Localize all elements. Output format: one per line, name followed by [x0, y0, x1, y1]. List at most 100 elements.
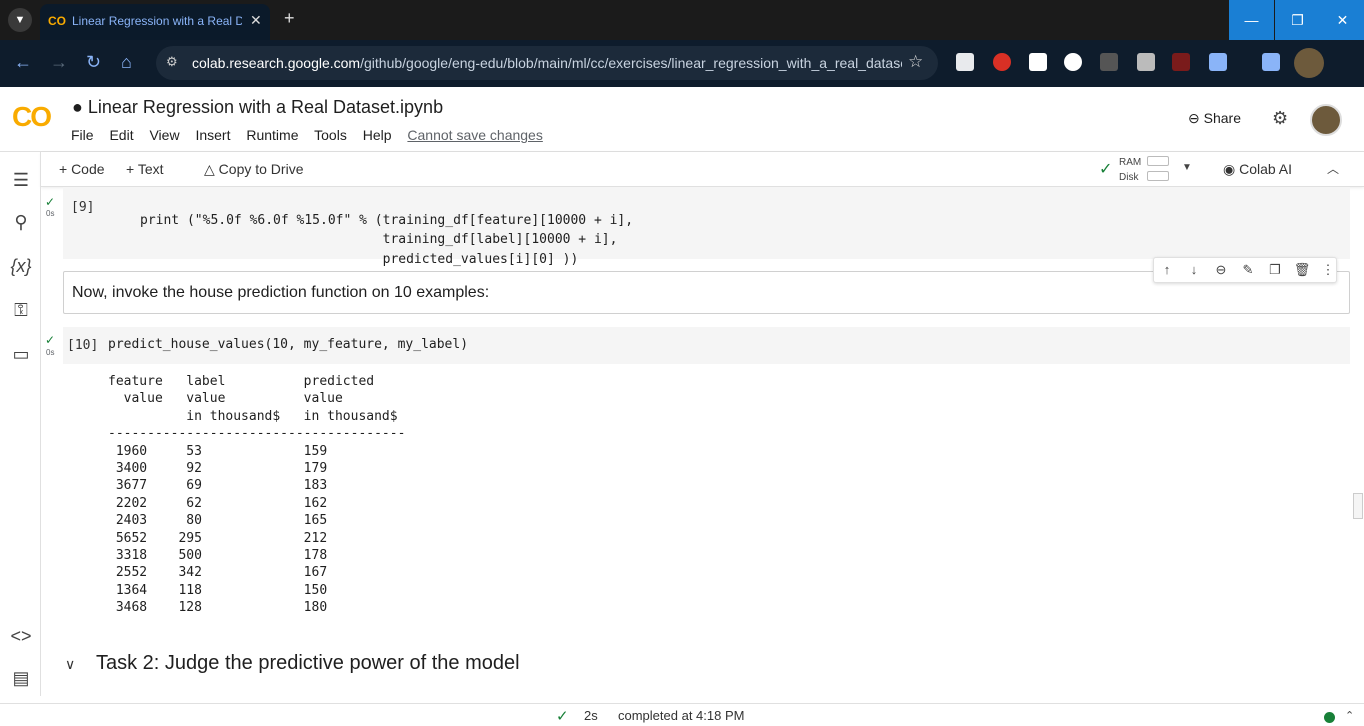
link-icon: ⊖: [1188, 110, 1200, 126]
resource-labels[interactable]: RAM Disk: [1119, 155, 1141, 185]
move-up-icon[interactable]: ↑: [1158, 262, 1176, 280]
add-text-button[interactable]: + Text: [126, 161, 164, 177]
chevron-down-icon[interactable]: ∨: [65, 656, 75, 673]
output-line: feature label predicted: [108, 374, 375, 389]
tab-search-icon[interactable]: ▼: [8, 8, 32, 32]
menu-file[interactable]: File: [71, 127, 94, 143]
menu-view[interactable]: View: [149, 127, 179, 143]
output-line: in thousand$ in thousand$: [108, 408, 398, 424]
reload-icon[interactable]: ↻: [86, 52, 101, 73]
exec-time: 0s: [46, 209, 55, 218]
left-sidebar: ☰ ⚲ {x} ⚿ ▭ <> ▤: [0, 152, 41, 696]
browser-toolbar: ← → ↻ ⌂ ⚙ colab.research.google.com/gith…: [0, 40, 1364, 87]
side-panel-icon[interactable]: [1262, 53, 1280, 71]
status-bar: ✓ 2s completed at 4:18 PM ⌃: [0, 703, 1364, 726]
chevron-down-icon[interactable]: ▼: [1182, 162, 1192, 173]
edit-pencil-icon[interactable]: ✎: [1239, 262, 1257, 280]
connected-check-icon: ✓: [1099, 161, 1113, 178]
extension-icon[interactable]: [956, 53, 974, 71]
output-line: 1960 53 159: [108, 443, 328, 459]
notebook-title[interactable]: ● Linear Regression with a Real Dataset.…: [72, 97, 443, 118]
delete-trash-icon[interactable]: 🗑: [1293, 262, 1311, 280]
output-line: 2552 342 167: [108, 565, 328, 581]
output-line: 3400 92 179: [108, 461, 328, 477]
mirror-cell-icon[interactable]: ❐: [1266, 262, 1284, 280]
disk-bar: [1147, 171, 1169, 181]
colab-ai-button[interactable]: ◉ Colab AI: [1223, 161, 1292, 178]
files-folder-icon[interactable]: ▭: [9, 344, 33, 368]
code-snippets-icon[interactable]: <>: [9, 626, 33, 650]
cell-output: feature label predicted value value valu…: [108, 373, 405, 617]
run-check-icon: ✓: [45, 195, 56, 209]
profile-avatar[interactable]: [1294, 48, 1324, 78]
exec-count: [9]: [71, 200, 95, 215]
connection-status-dot: [1324, 712, 1335, 723]
extension-icon[interactable]: [1137, 53, 1155, 71]
menu-tools[interactable]: Tools: [314, 127, 347, 143]
github-icon: ●: [72, 97, 83, 117]
colab-icon: CO: [48, 14, 66, 28]
extension-icon[interactable]: [993, 53, 1011, 71]
output-line: 3468 128 180: [108, 600, 328, 616]
colab-header: CO ● Linear Regression with a Real Datas…: [0, 87, 1364, 152]
section-heading: Task 2: Judge the predictive power of th…: [96, 652, 520, 674]
share-button[interactable]: ⊖ Share: [1188, 110, 1241, 127]
menu-bar: File Edit View Insert Runtime Tools Help…: [71, 127, 555, 143]
output-line: 3677 69 183: [108, 478, 328, 494]
status-check-icon: ✓: [556, 708, 569, 725]
site-info-icon[interactable]: ⚙: [166, 54, 178, 70]
address-bar[interactable]: ⚙ colab.research.google.com/github/googl…: [156, 46, 938, 80]
menu-help[interactable]: Help: [363, 127, 392, 143]
tab-title: Linear Regression with a Real Dataset.ip…: [72, 14, 242, 28]
drive-icon: △: [204, 161, 215, 177]
output-line: --------------------------------------: [108, 426, 406, 442]
star-icon[interactable]: ☆: [908, 52, 923, 72]
secrets-key-icon[interactable]: ⚿: [9, 300, 33, 324]
extension-icon[interactable]: [1172, 53, 1190, 71]
extension-icon[interactable]: [1100, 53, 1118, 71]
search-icon[interactable]: ⚲: [9, 212, 33, 236]
browser-tab[interactable]: CO Linear Regression with a Real Dataset…: [40, 4, 270, 40]
home-icon[interactable]: ⌂: [121, 52, 132, 73]
output-line: 1364 118 150: [108, 582, 328, 598]
menu-runtime[interactable]: Runtime: [246, 127, 298, 143]
url-text: colab.research.google.com/github/google/…: [192, 55, 902, 71]
code-content[interactable]: predict_house_values(10, my_feature, my_…: [108, 335, 468, 355]
close-tab-icon[interactable]: ✕: [250, 12, 262, 29]
command-palette-icon[interactable]: ▤: [9, 668, 33, 692]
close-window-button[interactable]: ✕: [1320, 0, 1364, 40]
maximize-button[interactable]: ❐: [1275, 0, 1320, 40]
variables-icon[interactable]: {x}: [9, 256, 33, 280]
extension-icon[interactable]: [1029, 53, 1047, 71]
table-of-contents-icon[interactable]: ☰: [9, 170, 33, 194]
avatar[interactable]: [1310, 104, 1342, 136]
copy-to-drive-button[interactable]: △ Copy to Drive: [204, 161, 303, 178]
move-down-icon[interactable]: ↓: [1185, 262, 1203, 280]
chevron-up-icon[interactable]: ⌃: [1345, 709, 1354, 722]
extensions-puzzle-icon[interactable]: [1209, 53, 1227, 71]
new-tab-icon[interactable]: +: [284, 8, 295, 29]
menu-edit[interactable]: Edit: [109, 127, 133, 143]
output-line: 3318 500 178: [108, 548, 328, 564]
colab-logo[interactable]: CO: [12, 101, 52, 133]
exec-time: 0s: [46, 348, 55, 357]
back-icon[interactable]: ←: [14, 52, 32, 73]
notebook-toolbar: + Code + Text △ Copy to Drive ✓ RAM Disk …: [41, 152, 1364, 187]
minimize-button[interactable]: —: [1229, 0, 1274, 40]
cannot-save-link[interactable]: Cannot save changes: [407, 127, 542, 143]
run-check-icon: ✓: [45, 333, 56, 347]
output-line: 5652 295 212: [108, 530, 328, 546]
chevron-up-icon[interactable]: ︿: [1327, 160, 1339, 177]
more-options-icon[interactable]: ⋮: [1319, 262, 1337, 280]
link-icon[interactable]: ⊖: [1212, 262, 1230, 280]
menu-insert[interactable]: Insert: [195, 127, 230, 143]
output-line: value value value: [108, 391, 343, 407]
forward-icon[interactable]: →: [50, 52, 68, 73]
add-code-button[interactable]: + Code: [59, 161, 105, 177]
extension-icon[interactable]: [1064, 53, 1082, 71]
scrollbar[interactable]: [1353, 493, 1363, 519]
gear-icon[interactable]: ⚙: [1272, 108, 1288, 129]
cell-toolbar: ↑ ↓ ⊖ ✎ ❐ 🗑 ⋮: [1153, 257, 1337, 283]
text-cell-content: Now, invoke the house prediction functio…: [72, 284, 490, 301]
browser-tab-bar: ▼ CO Linear Regression with a Real Datas…: [0, 0, 1364, 40]
